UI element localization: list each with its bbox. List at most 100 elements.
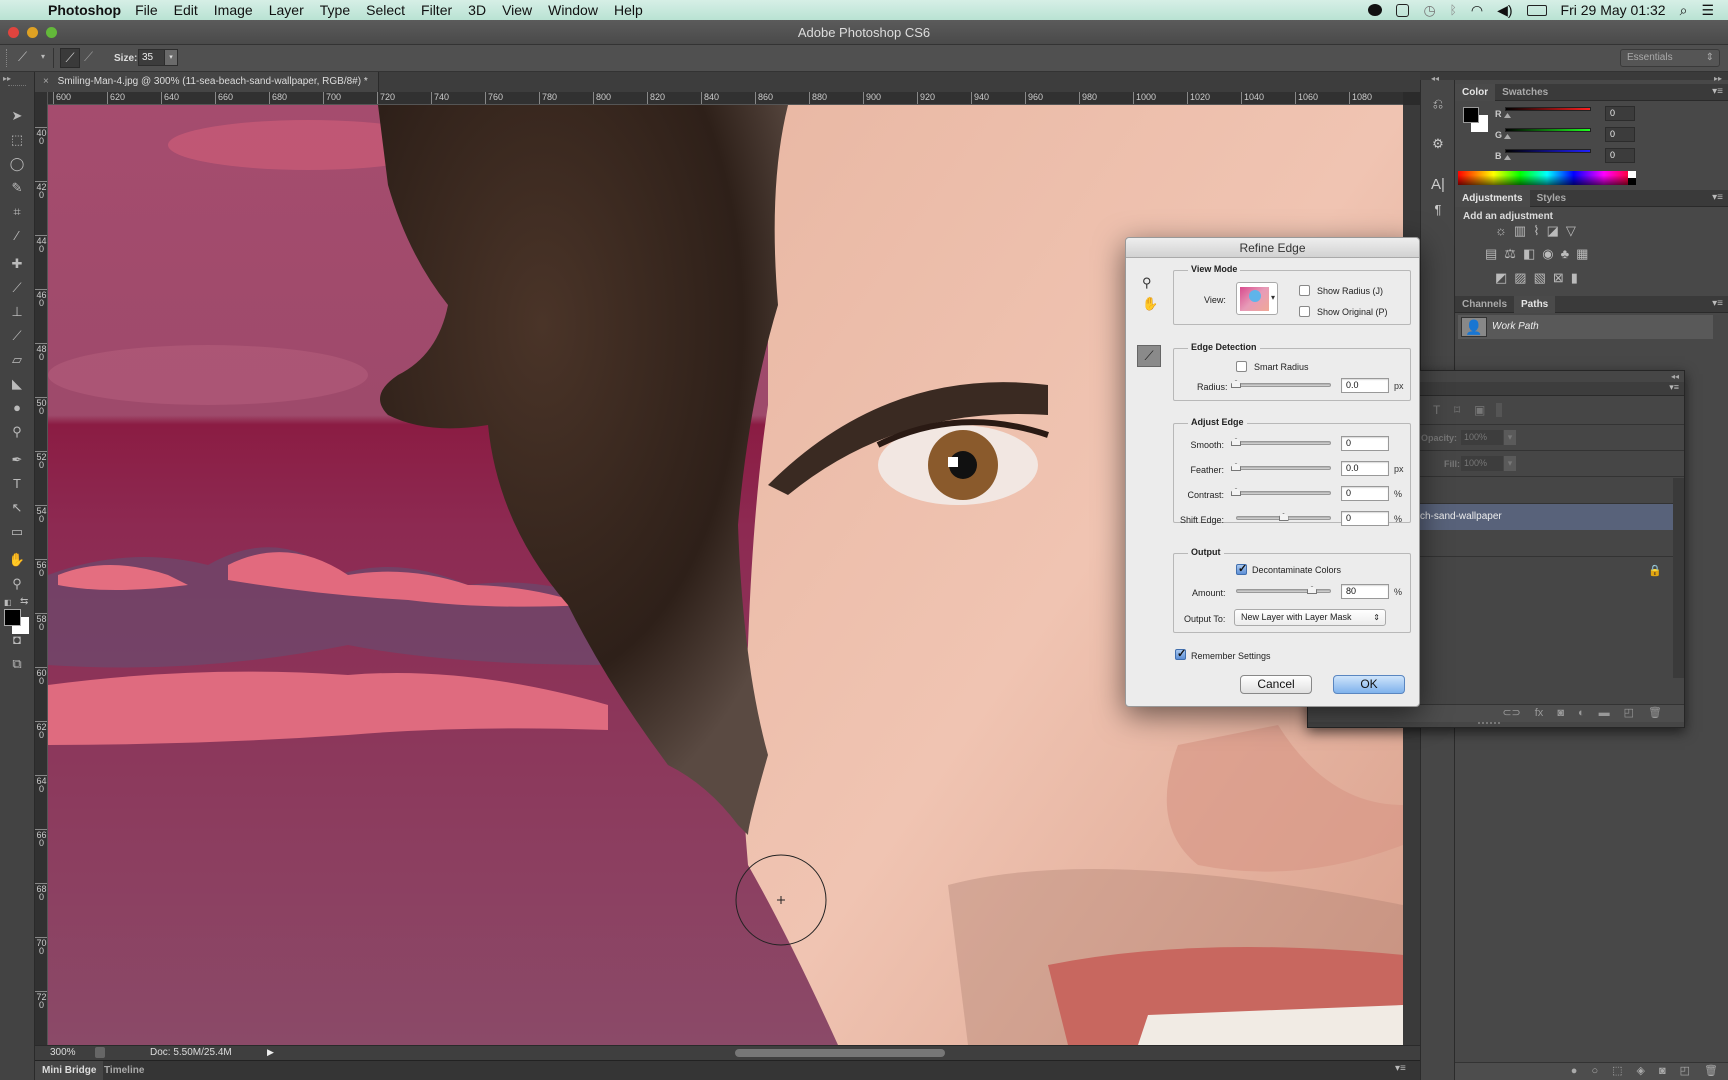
channel-value-g[interactable]: 0	[1605, 127, 1635, 142]
invert-icon[interactable]: ◩	[1495, 270, 1507, 286]
delete-path-icon[interactable]: 🗑	[1704, 1063, 1718, 1080]
smooth-input[interactable]: 0	[1341, 436, 1389, 451]
menu-3d[interactable]: 3D	[468, 2, 486, 18]
notification-center-icon[interactable]: ☰	[1701, 2, 1714, 19]
menu-view[interactable]: View	[502, 2, 532, 18]
status-menu-arrow-icon[interactable]: ▶	[267, 1047, 274, 1058]
zoom-window-button[interactable]	[46, 27, 57, 38]
stroke-path-icon[interactable]: ○	[1591, 1063, 1598, 1080]
color-lookup-icon[interactable]: ▦	[1576, 246, 1588, 262]
delete-layer-icon[interactable]: 🗑	[1648, 705, 1662, 722]
menu-select[interactable]: Select	[366, 2, 405, 18]
pen-tool-icon[interactable]: ✒	[6, 450, 28, 470]
paint-bucket-tool-icon[interactable]: ◣	[6, 374, 28, 394]
smooth-slider[interactable]	[1231, 441, 1331, 445]
tab-channels[interactable]: Channels	[1455, 296, 1514, 313]
tools-grip[interactable]	[8, 85, 26, 86]
channel-slider-g[interactable]	[1505, 128, 1591, 132]
menu-image[interactable]: Image	[214, 2, 253, 18]
bottom-panel-menu-icon[interactable]: ▾≡	[1395, 1063, 1406, 1074]
cancel-button[interactable]: Cancel	[1240, 675, 1312, 694]
battery-icon[interactable]	[1526, 4, 1547, 16]
type-tool-icon[interactable]: T	[6, 474, 28, 494]
tab-styles[interactable]: Styles	[1530, 190, 1573, 207]
refine-radius-tool-preset-icon[interactable]: ⟋	[18, 49, 27, 65]
fg-color-swatch[interactable]	[1463, 107, 1479, 123]
history-panel-icon[interactable]: ⎌	[1428, 96, 1448, 114]
black-white-icon[interactable]: ◧	[1523, 246, 1535, 262]
time-machine-icon[interactable]: ◷	[1423, 2, 1435, 19]
color-panel-menu-icon[interactable]: ▾≡	[1712, 86, 1723, 97]
layer-style-icon[interactable]: fx	[1535, 705, 1544, 722]
screen-mode-icon[interactable]: ⧉	[6, 654, 28, 674]
smooth-slider-thumb[interactable]	[1231, 438, 1241, 446]
filter-smart-object-icon[interactable]: ▣	[1474, 403, 1485, 417]
menu-file[interactable]: File	[135, 2, 158, 18]
dodge-tool-icon[interactable]: ⚲	[6, 422, 28, 442]
exposure-icon[interactable]: ◪	[1547, 223, 1559, 239]
posterize-icon[interactable]: ▨	[1514, 270, 1526, 286]
refine-radius-tool-button[interactable]: ⟋	[1137, 345, 1161, 367]
fill-path-icon[interactable]: ●	[1571, 1063, 1578, 1080]
output-to-select[interactable]: New Layer with Layer Mask ⇕	[1234, 609, 1386, 626]
collapse-strip-icon[interactable]: ◂◂	[1431, 74, 1439, 83]
export-icon[interactable]	[95, 1047, 105, 1058]
opacity-dropdown-icon[interactable]: ▾	[1504, 430, 1516, 445]
brush-size-input[interactable]: 35	[138, 49, 166, 66]
minimize-window-button[interactable]	[27, 27, 38, 38]
hue-saturation-icon[interactable]: ▤	[1485, 246, 1497, 262]
volume-icon[interactable]: ◀)	[1497, 2, 1512, 19]
vibrance-icon[interactable]: ▽	[1566, 223, 1576, 239]
adjustment-layer-icon[interactable]: ◐	[1578, 705, 1585, 722]
gradient-map-icon[interactable]: ▮	[1571, 270, 1578, 286]
menu-edit[interactable]: Edit	[174, 2, 198, 18]
decontaminate-colors-checkbox[interactable]	[1236, 562, 1247, 575]
brightness-contrast-icon[interactable]: ☼	[1495, 223, 1507, 239]
layers-panel-menu-icon[interactable]: ▾≡	[1669, 382, 1679, 393]
bluetooth-icon[interactable]: ᛒ	[1450, 3, 1457, 17]
swap-colors-icon[interactable]: ⇆	[20, 596, 28, 607]
options-grip[interactable]	[6, 49, 9, 67]
menu-help[interactable]: Help	[614, 2, 643, 18]
layers-resize-grip[interactable]	[1478, 722, 1500, 724]
channel-slider-thumb[interactable]	[1504, 134, 1511, 139]
path-selection-tool-icon[interactable]: ↖	[6, 498, 28, 518]
default-colors-icon[interactable]: ◧	[4, 598, 12, 607]
brush-tool-icon[interactable]: ⟋	[6, 278, 28, 298]
fill-dropdown-icon[interactable]: ▾	[1504, 456, 1516, 471]
channel-slider-b[interactable]	[1505, 149, 1591, 153]
hand-tool-icon[interactable]: ✋	[1142, 296, 1158, 312]
clone-stamp-tool-icon[interactable]: ⊥	[6, 302, 28, 322]
shift-edge-input[interactable]: 0	[1341, 511, 1389, 526]
feather-slider-thumb[interactable]	[1231, 463, 1241, 471]
filter-toggle[interactable]	[1496, 403, 1502, 417]
feather-slider[interactable]	[1231, 466, 1331, 470]
eraser-tool-icon[interactable]: ▱	[6, 350, 28, 370]
levels-icon[interactable]: ▥	[1514, 223, 1526, 239]
radius-slider-thumb[interactable]	[1231, 380, 1241, 388]
filter-shape-icon[interactable]: ⌑	[1454, 403, 1460, 417]
smart-radius-checkbox[interactable]	[1236, 361, 1247, 372]
radius-input[interactable]: 0.0	[1341, 378, 1389, 393]
checkbox-icon[interactable]	[1396, 3, 1410, 17]
wifi-icon[interactable]: ◠	[1471, 2, 1483, 19]
new-group-icon[interactable]: ▬	[1599, 705, 1610, 722]
make-work-path-icon[interactable]: ◈	[1637, 1063, 1645, 1080]
line-icon[interactable]	[1368, 4, 1383, 16]
channel-slider-r[interactable]	[1505, 107, 1591, 111]
expand-dock-icon[interactable]: ▸▸	[1714, 74, 1722, 83]
brush-size-dropdown-icon[interactable]: ▾	[164, 49, 178, 66]
expand-tools-icon[interactable]: ▸▸	[3, 74, 11, 83]
clock[interactable]: Fri 29 May 01:32	[1561, 2, 1666, 18]
tab-paths[interactable]: Paths	[1514, 296, 1556, 313]
curves-icon[interactable]: ⌇	[1533, 223, 1539, 239]
color-spectrum-bar[interactable]	[1458, 171, 1636, 185]
color-balance-icon[interactable]: ⚖	[1504, 246, 1516, 262]
layers-scrollbar[interactable]	[1673, 478, 1684, 678]
menu-app-name[interactable]: Photoshop	[48, 2, 121, 18]
move-tool-icon[interactable]: ➤	[6, 106, 28, 126]
fill-input[interactable]: 100%	[1461, 456, 1503, 471]
channel-value-b[interactable]: 0	[1605, 148, 1635, 163]
tool-preset-dropdown-icon[interactable]: ▾	[41, 52, 45, 61]
eyedropper-tool-icon[interactable]: ⁄	[6, 226, 28, 246]
